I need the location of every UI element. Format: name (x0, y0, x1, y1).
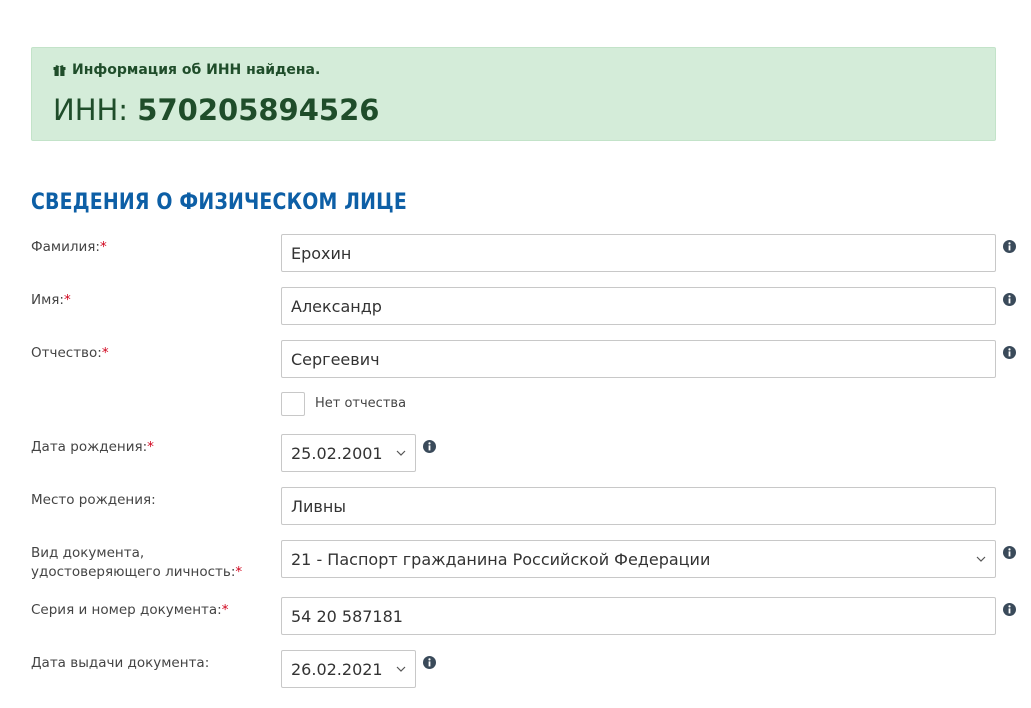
required-marker: * (63, 292, 71, 308)
patronymic-label: Отчество:* (31, 345, 109, 361)
doc-issue-date-select[interactable]: 26.02.2021 (281, 650, 416, 688)
doc-type-label-line2: удостоверяющего личность: (31, 564, 236, 580)
birth-place-label: Место рождения: (31, 492, 156, 508)
doc-type-value: 21 - Паспорт гражданина Российской Федер… (291, 549, 711, 569)
doc-number-label: Серия и номер документа:* (31, 602, 229, 618)
required-marker: * (147, 439, 154, 455)
info-icon[interactable] (1003, 603, 1016, 616)
doc-number-value: 54 20 587181 (291, 606, 403, 626)
last-name-field[interactable]: Ерохин (281, 234, 996, 272)
info-icon[interactable] (1003, 240, 1016, 253)
inn-value: 570205894526 (137, 93, 380, 127)
required-marker: * (101, 345, 109, 361)
doc-type-label-line1: Вид документа, (31, 545, 145, 561)
chevron-down-icon (396, 666, 406, 672)
info-icon[interactable] (423, 656, 436, 669)
doc-type-label: Вид документа, удостоверяющего личность:… (31, 544, 242, 582)
alert-heading: Информация об ИНН найдена. (53, 62, 320, 78)
inn-display: ИНН: 570205894526 (53, 93, 379, 127)
no-patronymic-label[interactable]: Нет отчества (315, 396, 406, 411)
info-icon[interactable] (1003, 546, 1016, 559)
birth-date-value: 25.02.2001 (291, 443, 383, 463)
info-icon[interactable] (423, 440, 436, 453)
chevron-down-icon (396, 450, 406, 456)
first-name-label: Имя:* (31, 292, 71, 308)
doc-number-field[interactable]: 54 20 587181 (281, 597, 996, 635)
required-marker: * (99, 239, 107, 255)
required-marker: * (221, 602, 229, 618)
patronymic-field[interactable]: Сергеевич (281, 340, 996, 378)
required-marker: * (235, 564, 243, 580)
alert-message: Информация об ИНН найдена. (72, 62, 321, 78)
doc-type-select[interactable]: 21 - Паспорт гражданина Российской Федер… (281, 540, 996, 578)
section-title: СВЕДЕНИЯ О ФИЗИЧЕСКОМ ЛИЦЕ (31, 190, 407, 215)
patronymic-value: Сергеевич (291, 349, 380, 369)
doc-issue-date-label: Дата выдачи документа: (31, 655, 210, 671)
chevron-down-icon (976, 556, 986, 562)
info-icon[interactable] (1003, 346, 1016, 359)
gift-icon (53, 65, 66, 76)
first-name-value: Александр (291, 296, 382, 316)
first-name-field[interactable]: Александр (281, 287, 996, 325)
last-name-value: Ерохин (291, 243, 352, 263)
inn-found-alert: Информация об ИНН найдена. ИНН: 57020589… (31, 47, 996, 141)
birth-date-select[interactable]: 25.02.2001 (281, 434, 416, 472)
birth-place-value: Ливны (291, 496, 346, 516)
birth-date-label: Дата рождения:* (31, 439, 154, 455)
no-patronymic-checkbox[interactable] (281, 392, 305, 416)
info-icon[interactable] (1003, 293, 1016, 306)
last-name-label: Фамилия:* (31, 239, 107, 255)
doc-issue-date-value: 26.02.2021 (291, 659, 383, 679)
inn-prefix: ИНН: (53, 93, 138, 127)
birth-place-field[interactable]: Ливны (281, 487, 996, 525)
